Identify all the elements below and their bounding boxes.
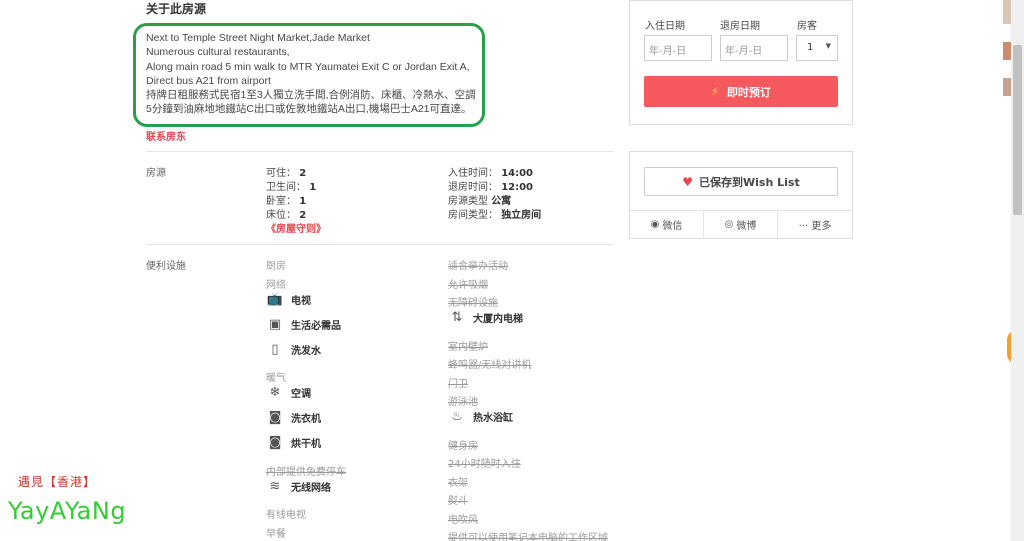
- guests-label: 房客: [797, 21, 817, 32]
- amenity-item: ◙ 洗衣机: [266, 410, 321, 426]
- amenity-item: ♨ 热水浴缸: [448, 409, 513, 425]
- checkout-label: 退房日期: [720, 21, 760, 32]
- amenity-item: 蜂鸣器/无线对讲机: [448, 360, 532, 371]
- listing-section-label: 房源: [146, 168, 166, 179]
- hot-tub-icon: ♨: [451, 409, 463, 424]
- elevator-icon: ⇅: [451, 310, 463, 325]
- listing-detail-row: 房源类型 公寓: [448, 192, 511, 207]
- guests-value: 1: [807, 42, 814, 53]
- amenity-item: 衣架: [448, 477, 468, 489]
- listing-description: Next to Temple Street Night Market,Jade …: [146, 32, 476, 116]
- listing-detail-row: 卫生间： 1: [266, 178, 316, 193]
- booking-panel: 入住日期 退房日期 房客 年-月-日 年-月-日 1 ▼ ⚡ 即时预订: [629, 0, 853, 125]
- checkin-label: 入住日期: [645, 21, 685, 32]
- amenity-item: 熨斗: [448, 496, 468, 507]
- wishlist-label: 已保存到Wish List: [699, 175, 800, 189]
- weibo-icon: ◎: [724, 219, 734, 230]
- amenity-item: ▣ 生活必需品: [266, 316, 341, 332]
- amenity-item: 内部提供免费停车: [266, 466, 346, 478]
- amenity-label: 大厦内电梯: [473, 314, 523, 325]
- more-label: ··· 更多: [798, 221, 832, 232]
- amenity-item: ≋ 无线网络: [266, 478, 331, 494]
- house-rules-link[interactable]: 《房屋守则》: [266, 220, 326, 235]
- amenity-label: 洗发水: [291, 345, 321, 357]
- listing-detail-row: 房间类型： 独立房间: [448, 206, 541, 221]
- amenity-item: 24小时随时入住: [448, 459, 521, 470]
- scrollbar-thumb[interactable]: [1013, 45, 1022, 215]
- amenity-label: 生活必需品: [291, 320, 341, 332]
- amenity-item: 有线电视: [266, 510, 306, 521]
- share-weibo-button[interactable]: ◎ 微博: [704, 210, 778, 239]
- snowflake-icon: ❄: [269, 385, 281, 400]
- amenity-item: 允许吸烟: [448, 279, 488, 291]
- amenity-item: 提供可以使用笔记本电脑的工作区域: [448, 533, 608, 541]
- listing-detail-row: 卧室： 1: [266, 192, 306, 207]
- instant-book-button[interactable]: ⚡ 即时预订: [644, 76, 838, 107]
- thumbnail-strip: [1003, 0, 1011, 120]
- contact-host-link[interactable]: 联系房东: [146, 128, 186, 143]
- scrollbar[interactable]: [1011, 0, 1024, 541]
- washer-icon: ◙: [268, 410, 282, 425]
- amenity-item: 网络: [266, 279, 286, 291]
- amenity-item: 电吹风: [448, 514, 478, 526]
- listing-detail-key: 房间类型：: [448, 210, 498, 221]
- about-title: 关于此房源: [146, 2, 207, 16]
- listing-detail-row: 床位： 2: [266, 206, 306, 221]
- amenity-item: 厨房: [266, 261, 286, 272]
- checkin-date-input[interactable]: 年-月-日: [644, 35, 712, 61]
- amenity-item: 室内壁炉: [448, 341, 488, 353]
- weibo-label: 微博: [736, 221, 757, 232]
- instant-book-label: 即时预订: [726, 85, 771, 99]
- listing-detail-row: 可住： 2: [266, 164, 306, 179]
- amenity-item: 健身房: [448, 440, 478, 452]
- listing-detail-row: 退房时间： 12:00: [448, 178, 533, 193]
- lightning-icon: ⚡: [711, 85, 719, 98]
- amenity-label: 烘干机: [291, 439, 321, 450]
- watermark-signature: YayAYaNg: [8, 497, 127, 525]
- divider: [146, 244, 613, 245]
- share-more-button[interactable]: ··· 更多: [778, 210, 852, 239]
- listing-detail-value: 1: [309, 182, 317, 193]
- divider: [146, 151, 613, 152]
- amenity-item: ⇅ 大厦内电梯: [448, 310, 523, 326]
- amenity-item: ▯ 洗发水: [266, 341, 321, 357]
- amenities-section-label: 便利设施: [146, 261, 186, 272]
- amenity-item: 门卫: [448, 378, 468, 390]
- amenity-item: 无障碍设施: [448, 298, 498, 309]
- share-wechat-button[interactable]: ◉ 微信: [630, 210, 704, 239]
- amenity-item: ❄ 空调: [266, 385, 311, 401]
- chevron-down-icon: ▼: [825, 42, 831, 50]
- wechat-icon: ◉: [650, 219, 660, 230]
- tv-icon: 📺: [266, 291, 284, 307]
- amenity-label: 空调: [291, 389, 311, 400]
- amenity-item: 游泳池: [448, 397, 478, 408]
- heart-icon: ♥: [682, 174, 694, 189]
- amenity-item: 📺 电视: [266, 291, 311, 307]
- amenity-item: 暖气: [266, 373, 286, 384]
- wishlist-panel: ♥ 已保存到Wish List ◉ 微信 ◎ 微博 ··· 更多: [629, 151, 853, 239]
- dryer-icon: ◙: [268, 435, 282, 450]
- amenity-label: 电视: [291, 295, 311, 307]
- amenity-item: ◙ 烘干机: [266, 435, 321, 451]
- amenity-label: 热水浴缸: [473, 413, 513, 424]
- wechat-label: 微信: [662, 221, 683, 232]
- amenity-item: 早餐: [266, 528, 286, 540]
- amenity-label: 无线网络: [291, 482, 331, 494]
- watermark-caption: 遇見【香港】: [18, 475, 97, 489]
- amenity-label: 洗衣机: [291, 414, 321, 425]
- listing-detail-value: 独立房间: [501, 210, 542, 221]
- shampoo-icon: ▯: [271, 341, 279, 357]
- guests-select[interactable]: 1 ▼: [796, 35, 838, 61]
- amenity-item: 适合举办活动: [448, 261, 508, 272]
- essentials-icon: ▣: [268, 316, 282, 332]
- wifi-icon: ≋: [269, 478, 281, 494]
- wishlist-button[interactable]: ♥ 已保存到Wish List: [644, 167, 838, 196]
- listing-detail-row: 入住时间： 14:00: [448, 164, 533, 179]
- checkout-date-input[interactable]: 年-月-日: [720, 35, 788, 61]
